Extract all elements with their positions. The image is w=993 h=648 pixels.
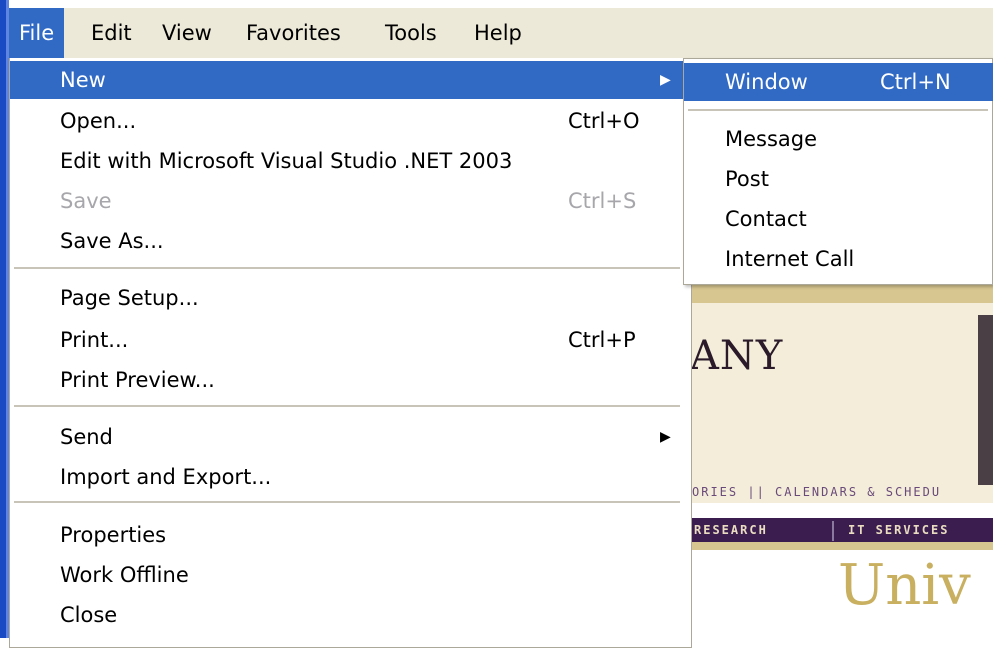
submenu-item-window[interactable]: Window Ctrl+N [684,63,993,101]
menu-item-print[interactable]: Print... Ctrl+P [10,321,685,359]
new-submenu: Window Ctrl+N Message Post Contact Inter… [683,58,993,285]
menu-item-label: New [60,68,106,92]
menu-separator [14,501,680,504]
file-dropdown-menu: New ▶ Open... Ctrl+O Edit with Microsoft… [9,58,692,648]
menu-item-label: Edit with Microsoft Visual Studio .NET 2… [60,149,513,173]
menu-item-label: Close [60,603,118,627]
page-heading: Univ [838,553,971,618]
menu-item-send[interactable]: Send ▶ [10,418,685,456]
menu-item-label: Work Offline [60,563,189,587]
submenu-item-post[interactable]: Post [684,160,993,198]
menu-item-label: Print... [60,328,129,352]
menu-item-label: Save [60,189,112,213]
menu-item-page-setup[interactable]: Page Setup... [10,279,685,317]
page-nav-underline [688,542,993,550]
menu-edit[interactable]: Edit [81,8,142,58]
submenu-arrow-icon: ▶ [660,429,671,445]
background-web-page: ANY ORIES || CALENDARS & SCHEDU RESEARCH… [688,285,993,638]
menu-item-shortcut: Ctrl+S [568,189,637,213]
menu-item-properties[interactable]: Properties [10,516,685,554]
menu-separator [14,405,680,408]
menu-item-label: Page Setup... [60,286,199,310]
page-header-band [688,285,993,303]
menu-separator [688,109,988,112]
page-logo-text: ANY [690,333,784,379]
menu-item-work-offline[interactable]: Work Offline [10,556,685,594]
page-nav-it-services[interactable]: IT SERVICES [848,523,949,537]
menu-item-label: Post [725,167,769,191]
menu-tools[interactable]: Tools [375,8,447,58]
menu-file[interactable]: File [9,8,65,58]
menu-item-close[interactable]: Close [10,596,685,634]
menu-item-new[interactable]: New ▶ [10,61,685,99]
menu-item-import-export[interactable]: Import and Export... [10,458,685,496]
page-nav-research[interactable]: RESEARCH [694,523,768,537]
menu-separator [14,267,680,270]
submenu-item-message[interactable]: Message [684,120,993,158]
menu-item-label: Properties [60,523,167,547]
menu-help[interactable]: Help [464,8,532,58]
menu-item-edit-with-visual-studio[interactable]: Edit with Microsoft Visual Studio .NET 2… [10,142,685,180]
menu-item-label: Open... [60,109,137,133]
menu-favorites[interactable]: Favorites [236,8,351,58]
menu-bar: File Edit View Favorites Tools Help [9,8,993,58]
menu-item-label: Save As... [60,229,164,253]
submenu-arrow-icon: ▶ [660,72,671,88]
menu-item-label: Contact [725,207,807,231]
submenu-item-contact[interactable]: Contact [684,200,993,238]
menu-item-label: Print Preview... [60,368,215,392]
page-top-links[interactable]: ORIES || CALENDARS & SCHEDU [692,485,941,499]
submenu-item-internet-call[interactable]: Internet Call [684,240,993,278]
menu-item-label: Internet Call [725,247,855,271]
menu-item-label: Message [725,127,818,151]
banner-photo [978,315,993,485]
menu-item-label: Import and Export... [60,465,272,489]
menu-item-save[interactable]: Save Ctrl+S [10,182,685,220]
menu-item-shortcut: Ctrl+N [880,70,951,94]
menu-view[interactable]: View [152,8,222,58]
menu-item-label: Send [60,425,113,449]
menu-item-shortcut: Ctrl+O [568,109,640,133]
menu-item-shortcut: Ctrl+P [568,328,636,352]
menu-item-label: Window [725,70,808,94]
menu-item-save-as[interactable]: Save As... [10,222,685,260]
menu-item-print-preview[interactable]: Print Preview... [10,361,685,399]
menu-item-open[interactable]: Open... Ctrl+O [10,102,685,140]
page-nav-separator [832,521,834,541]
